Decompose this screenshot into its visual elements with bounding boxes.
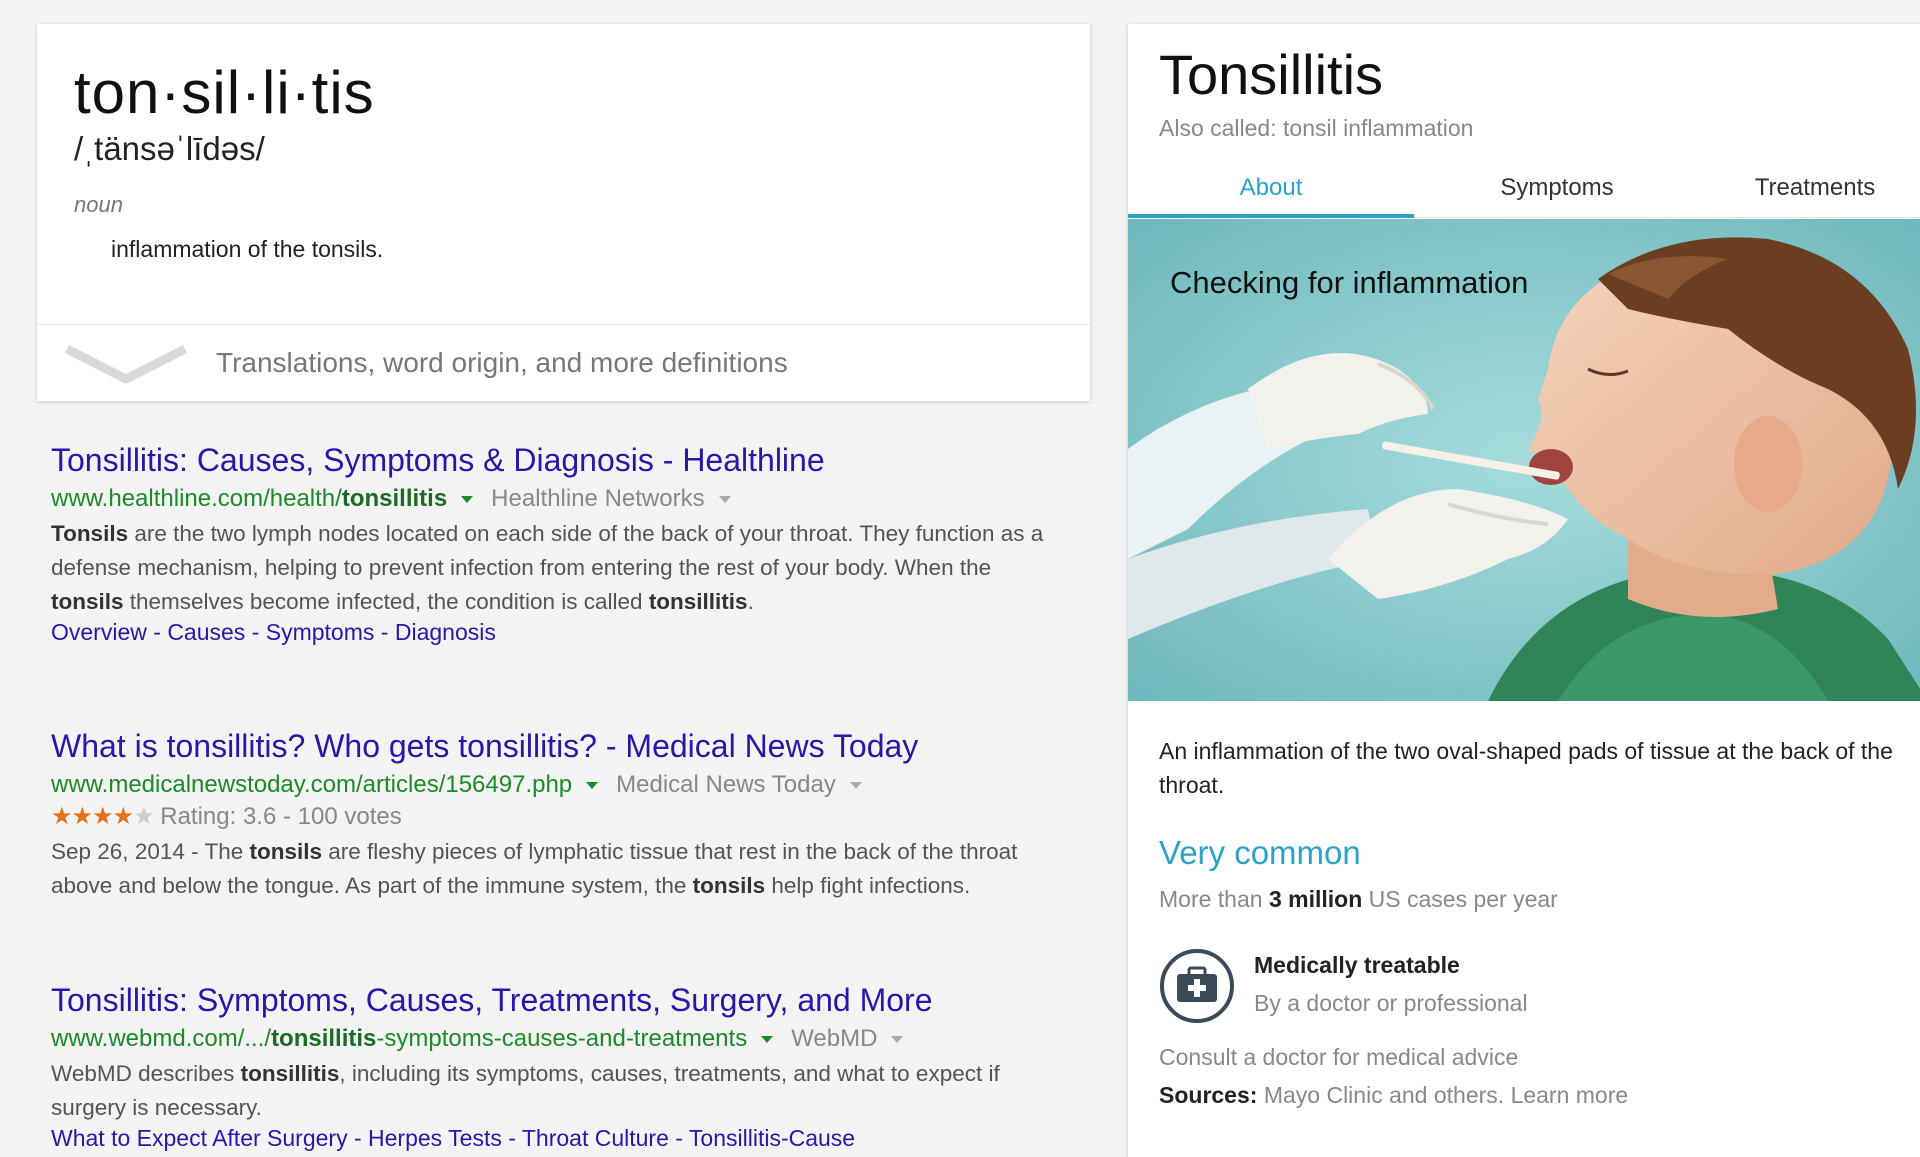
result-sitelinks: What to Expect After Surgery - Herpes Te… [51,1125,856,1151]
sitelink[interactable]: Herpes Tests [368,1125,502,1151]
result-source: Medical News Today [616,771,836,798]
result-snippet: Sep 26, 2014 - The tonsils are fleshy pi… [51,839,1018,898]
treatable-subtitle: By a doctor or professional [1254,990,1528,1016]
frequency-label: Very common [1159,834,1361,871]
source-menu-caret-icon[interactable] [891,1035,904,1043]
result-snippet: Tonsils are the two lymph nodes located … [51,521,1044,614]
panel-tabs: About Symptoms Treatments [1128,174,1920,218]
source-menu-caret-icon[interactable] [718,495,731,503]
result-sitelinks: Overview - Causes - Symptoms - Diagnosis [51,619,496,645]
sitelink[interactable]: What to Expect After Surgery [51,1125,348,1151]
dictionary-part-of-speech: noun [74,192,123,217]
dictionary-word: ton·sil·li·tis [74,59,375,126]
dictionary-definition: inflammation of the tonsils. [111,236,384,262]
tab-about[interactable]: About [1128,174,1414,218]
medical-kit-icon [1160,949,1234,1023]
sources-line: Sources: Mayo Clinic and others. Learn m… [1159,1082,1629,1108]
url-menu-caret-icon[interactable] [586,781,599,789]
more-definitions-toggle[interactable]: Translations, word origin, and more defi… [37,324,1090,401]
result-source: Healthline Networks [491,485,705,512]
search-result: Tonsillitis: Symptoms, Causes, Treatment… [51,982,1051,1152]
learn-more-link[interactable]: Learn more [1511,1082,1629,1108]
result-title-link[interactable]: Tonsillitis: Symptoms, Causes, Treatment… [51,982,1051,1019]
result-source: WebMD [791,1025,878,1052]
search-result: What is tonsillitis? Who gets tonsilliti… [51,728,1051,903]
source-menu-caret-icon[interactable] [849,781,862,789]
tab-treatments[interactable]: Treatments [1700,174,1920,218]
result-snippet: WebMD describes tonsillitis, including i… [51,1061,1000,1120]
knowledge-panel: Tonsillitis Also called: tonsil inflamma… [1128,24,1920,1157]
more-definitions-label: Translations, word origin, and more defi… [216,347,788,378]
result-url: www.webmd.com/.../tonsillitis -symptoms-c… [51,1025,1051,1053]
rating-stars-icon: ★★★★★ [51,803,155,830]
doctor-checking-throat-illustration: Checking for inflammation [1128,219,1920,701]
panel-description: An inflammation of the two oval-shaped p… [1159,738,1893,798]
chevron-down-icon [64,344,188,384]
sitelink[interactable]: Throat Culture [522,1125,669,1151]
sitelink[interactable]: Overview [51,619,147,645]
result-title-link[interactable]: What is tonsillitis? Who gets tonsilliti… [51,728,1051,765]
url-menu-caret-icon[interactable] [461,495,474,503]
sitelink[interactable]: Diagnosis [395,619,496,645]
url-menu-caret-icon[interactable] [761,1035,774,1043]
result-url: www.medicalnewstoday.com/articles/156497… [51,771,1051,799]
panel-title: Tonsillitis [1159,43,1384,106]
result-url: www.healthline.com/health/tonsillitis He… [51,485,1051,513]
dictionary-card: ton·sil·li·tis /ˌtänsəˈlīdəs/ noun infla… [37,24,1090,401]
result-rating: ★★★★★ Rating: 3.6 - 100 votes [51,803,402,830]
tab-symptoms[interactable]: Symptoms [1414,174,1700,218]
illustration-caption: Checking for inflammation [1170,265,1528,300]
sitelink[interactable]: Tonsillitis-Cause [689,1125,855,1151]
illustration-image: Checking for inflammation [1128,219,1920,701]
search-result: Tonsillitis: Causes, Symptoms & Diagnosi… [51,442,1051,646]
panel-alias: Also called: tonsil inflammation [1159,115,1474,141]
result-title-link[interactable]: Tonsillitis: Causes, Symptoms & Diagnosi… [51,442,1051,479]
frequency-note: More than 3 million US cases per year [1159,886,1558,912]
consult-note: Consult a doctor for medical advice [1159,1044,1519,1070]
sitelink[interactable]: Causes [167,619,245,645]
treatable-title: Medically treatable [1254,952,1460,978]
sitelink[interactable]: Symptoms [266,619,375,645]
dictionary-phonetic: /ˌtänsəˈlīdəs/ [74,130,265,167]
